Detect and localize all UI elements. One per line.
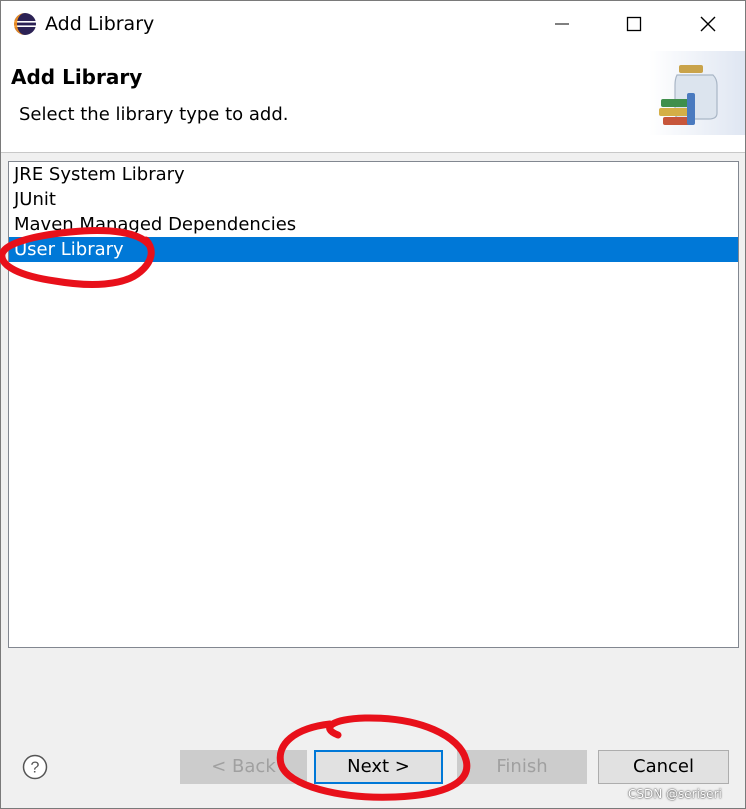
library-jar-icon — [649, 51, 745, 135]
list-item-jre-system-library[interactable]: JRE System Library — [9, 162, 738, 187]
banner-description: Select the library type to add. — [19, 104, 289, 125]
minimize-icon — [555, 23, 569, 25]
list-item-user-library[interactable]: User Library — [9, 237, 738, 262]
finish-button[interactable]: Finish — [457, 750, 587, 784]
banner-title: Add Library — [11, 65, 143, 89]
list-item-junit[interactable]: JUnit — [9, 187, 738, 212]
cancel-button[interactable]: Cancel — [598, 750, 729, 784]
add-library-dialog: Add Library Add Library Select the libra… — [0, 0, 746, 809]
maximize-button[interactable] — [611, 1, 657, 47]
help-icon[interactable]: ? — [22, 754, 48, 780]
list-item-maven-managed-dependencies[interactable]: Maven Managed Dependencies — [9, 212, 738, 237]
minimize-button[interactable] — [539, 1, 585, 47]
wizard-banner: Add Library Select the library type to a… — [1, 47, 745, 153]
svg-text:?: ? — [31, 760, 40, 777]
close-icon — [700, 16, 716, 32]
title-bar[interactable]: Add Library — [1, 1, 745, 47]
next-button[interactable]: Next > — [314, 750, 443, 784]
eclipse-icon — [14, 13, 36, 35]
back-button[interactable]: < Back — [180, 750, 307, 784]
close-button[interactable] — [685, 1, 731, 47]
content-area: JRE System Library JUnit Maven Managed D… — [1, 153, 745, 713]
library-type-list[interactable]: JRE System Library JUnit Maven Managed D… — [8, 161, 739, 648]
watermark: CSDN @seriseri — [628, 787, 722, 801]
window-title: Add Library — [45, 13, 155, 35]
maximize-icon — [626, 16, 642, 32]
